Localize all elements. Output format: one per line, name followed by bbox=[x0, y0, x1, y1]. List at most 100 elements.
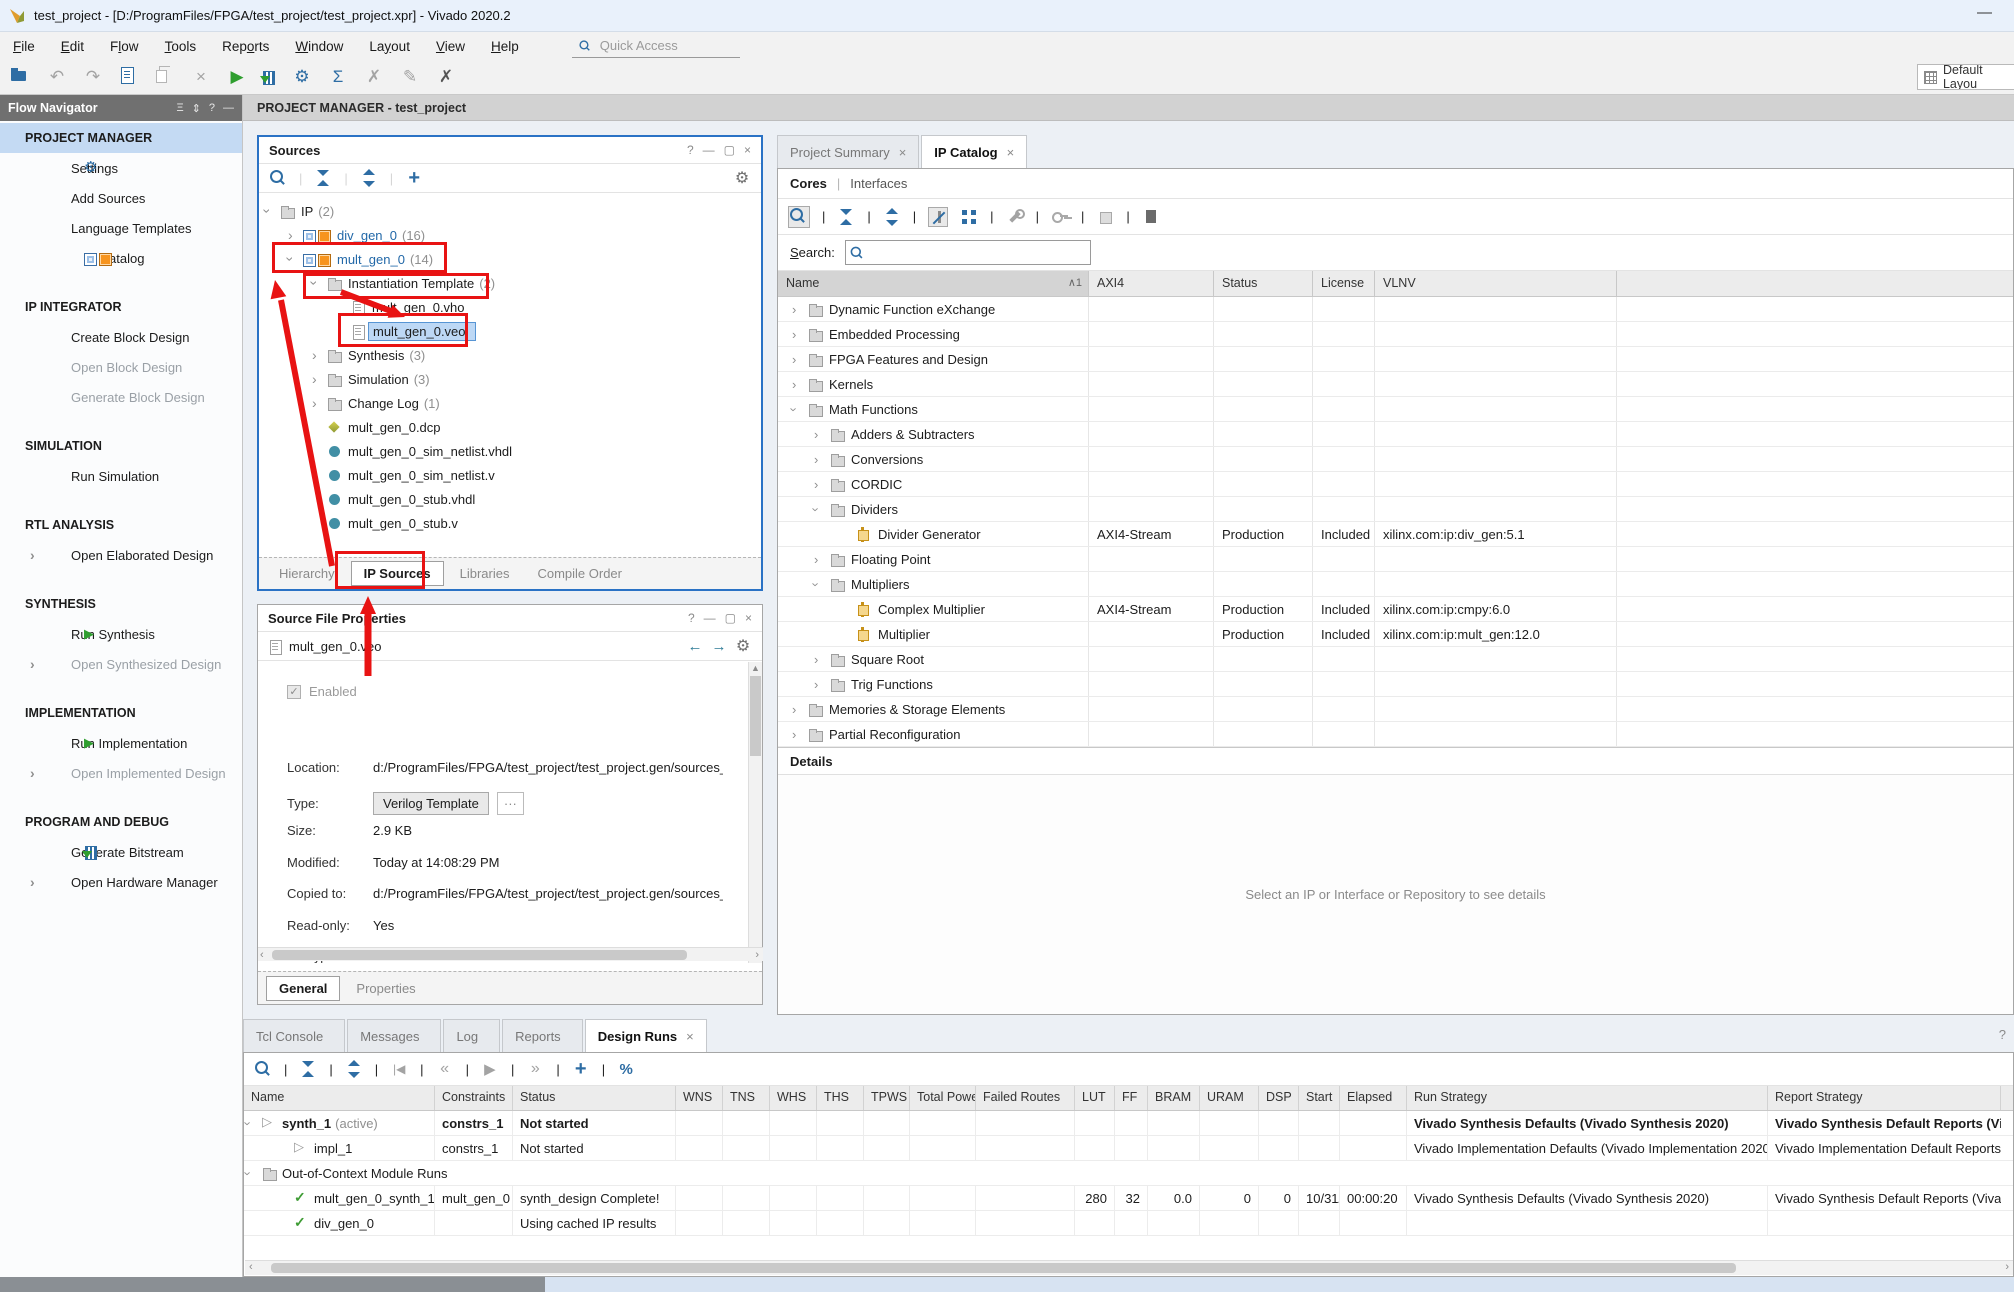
sources-tab[interactable]: Compile Order bbox=[525, 562, 634, 585]
column-header[interactable]: TPWS bbox=[864, 1086, 910, 1110]
settings-gear-icon[interactable] bbox=[733, 169, 751, 187]
menu-item[interactable]: Tools bbox=[152, 35, 210, 58]
flow-navigator-row[interactable]: › Open Implemented Design bbox=[0, 758, 242, 788]
close-icon[interactable]: × bbox=[744, 143, 751, 157]
flow-navigator-row[interactable]: Language Templates bbox=[0, 213, 242, 243]
column-header[interactable]: WNS bbox=[676, 1086, 723, 1110]
float-icon[interactable]: ▢ bbox=[725, 611, 736, 625]
menu-item[interactable]: Edit bbox=[48, 35, 97, 58]
column-header[interactable]: Status bbox=[513, 1086, 676, 1110]
tree-expander-icon[interactable] bbox=[792, 702, 808, 717]
column-header[interactable]: Elapsed bbox=[1340, 1086, 1407, 1110]
settings-gear-icon[interactable]: ⚙ bbox=[291, 66, 313, 88]
scroll-right-icon[interactable]: › bbox=[753, 949, 761, 961]
expand-all-icon[interactable]: ⇕ bbox=[192, 102, 201, 115]
tree-expander-icon[interactable] bbox=[246, 1116, 262, 1131]
collapse-all-icon[interactable] bbox=[314, 169, 332, 187]
tree-expander-icon[interactable] bbox=[265, 203, 280, 219]
tree-row[interactable]: Simulation(3) bbox=[259, 367, 761, 391]
flow-navigator-row[interactable]: Run Simulation bbox=[0, 461, 242, 491]
tree-row[interactable]: mult_gen_0_sim_netlist.v bbox=[259, 463, 761, 487]
ip-catalog-row[interactable]: Kernels bbox=[778, 372, 2013, 397]
flow-navigator-row[interactable]: RTL ANALYSIS bbox=[0, 510, 242, 540]
flow-navigator-row[interactable]: Open Block Design bbox=[0, 352, 242, 382]
tree-expander-icon[interactable] bbox=[312, 275, 327, 291]
column-header[interactable]: WHS bbox=[770, 1086, 817, 1110]
scroll-right-icon[interactable]: › bbox=[2005, 1261, 2009, 1273]
run-icon[interactable]: ▶ bbox=[226, 66, 248, 88]
menu-item[interactable]: Window bbox=[282, 35, 356, 58]
column-header-vlnv[interactable]: VLNV bbox=[1375, 271, 1617, 296]
critical-warning-icon[interactable]: ✗ bbox=[363, 66, 385, 88]
close-tab-icon[interactable]: × bbox=[899, 145, 907, 160]
bottom-tab[interactable]: Reports bbox=[502, 1019, 583, 1052]
design-run-row[interactable]: Out-of-Context Module Runs bbox=[244, 1161, 2013, 1186]
hide-icon[interactable]: — bbox=[223, 102, 234, 114]
tree-expander-icon[interactable] bbox=[814, 427, 830, 442]
bottom-tab[interactable]: Messages bbox=[347, 1019, 441, 1052]
scroll-left-icon[interactable]: ‹ bbox=[249, 1261, 253, 1273]
create-run-icon[interactable] bbox=[572, 1060, 590, 1078]
flow-navigator-row[interactable]: PROGRAM AND DEBUG bbox=[0, 807, 242, 837]
flow-navigator-row[interactable]: IP INTEGRATOR bbox=[0, 292, 242, 322]
column-header[interactable]: FF bbox=[1115, 1086, 1148, 1110]
flow-navigator-row[interactable]: Generate Block Design bbox=[0, 382, 242, 412]
sources-tab[interactable]: IP Sources bbox=[351, 561, 444, 586]
stop-icon[interactable] bbox=[1142, 208, 1160, 226]
ip-catalog-row[interactable]: Multipliers bbox=[778, 572, 2013, 597]
sources-tab[interactable]: Hierarchy bbox=[267, 562, 347, 585]
bottom-tab[interactable]: Log bbox=[443, 1019, 500, 1052]
collapse-all-icon[interactable] bbox=[299, 1060, 317, 1078]
delete-icon[interactable]: × bbox=[190, 66, 212, 88]
help-icon[interactable]: ? bbox=[209, 102, 215, 114]
ellipsis-button[interactable]: ··· bbox=[497, 792, 524, 815]
design-run-row[interactable]: impl_1 constrs_1 Not started bbox=[244, 1136, 2013, 1161]
sources-tab[interactable]: Libraries bbox=[448, 562, 522, 585]
flow-navigator-row[interactable]: Settings bbox=[0, 153, 242, 183]
cores-tab[interactable]: Cores bbox=[790, 176, 827, 191]
help-icon[interactable]: ? bbox=[688, 611, 695, 625]
tree-row[interactable]: Instantiation Template(2) bbox=[259, 271, 761, 295]
tree-expander-icon[interactable] bbox=[312, 395, 327, 411]
flow-navigator-row[interactable]: › Open Hardware Manager bbox=[0, 867, 242, 897]
tree-expander-icon[interactable] bbox=[814, 552, 830, 567]
menu-item[interactable]: View bbox=[423, 35, 478, 58]
ip-catalog-row[interactable]: Dynamic Function eXchange bbox=[778, 297, 2013, 322]
scrollbar-thumb[interactable] bbox=[750, 676, 761, 756]
flow-navigator-row[interactable]: SYNTHESIS bbox=[0, 589, 242, 619]
flow-navigator-row[interactable]: Add Sources bbox=[0, 183, 242, 213]
column-header[interactable]: DSP bbox=[1259, 1086, 1299, 1110]
flow-navigator-row[interactable]: Run Implementation bbox=[0, 728, 242, 758]
report-document-icon[interactable] bbox=[118, 66, 140, 88]
sum-report-icon[interactable]: Σ bbox=[327, 66, 349, 88]
minimize-icon[interactable]: — bbox=[704, 611, 716, 625]
flow-navigator-row[interactable]: IP Catalog bbox=[0, 243, 242, 273]
undo-icon[interactable]: ↶ bbox=[46, 66, 68, 88]
ip-catalog-row[interactable]: Embedded Processing bbox=[778, 322, 2013, 347]
tree-row[interactable]: IP(2) bbox=[259, 199, 761, 223]
open-project-icon[interactable] bbox=[10, 66, 32, 88]
ip-catalog-row[interactable]: Complex Multiplier AXI4-Stream Productio… bbox=[778, 597, 2013, 622]
ip-catalog-row[interactable]: Conversions bbox=[778, 447, 2013, 472]
properties-tab[interactable]: General bbox=[266, 976, 340, 1001]
menu-item[interactable]: Reports bbox=[209, 35, 282, 58]
pin-disabled-icon[interactable] bbox=[928, 207, 948, 227]
expand-all-icon[interactable] bbox=[883, 208, 901, 226]
group-by-category-icon[interactable] bbox=[960, 208, 978, 226]
menu-item[interactable]: Flow bbox=[97, 35, 152, 58]
ip-catalog-row[interactable]: Square Root bbox=[778, 647, 2013, 672]
menu-item[interactable]: Help bbox=[478, 35, 532, 58]
tree-expander-icon[interactable] bbox=[312, 371, 327, 387]
license-key-icon[interactable] bbox=[1051, 208, 1069, 226]
flow-navigator-row[interactable]: PROJECT MANAGER bbox=[0, 123, 242, 153]
document-tab[interactable]: Project Summary × bbox=[777, 135, 919, 168]
next-run-icon[interactable]: » bbox=[526, 1060, 544, 1078]
redo-icon[interactable]: ↷ bbox=[82, 66, 104, 88]
horizontal-scrollbar[interactable]: ‹ › bbox=[245, 1260, 2013, 1275]
column-header-name[interactable]: Name ∧1 bbox=[778, 271, 1089, 296]
ip-settings-icon[interactable] bbox=[1096, 208, 1114, 226]
column-header-status[interactable]: Status bbox=[1214, 271, 1313, 296]
tree-expander-icon[interactable] bbox=[814, 577, 830, 592]
customize-wrench-icon[interactable] bbox=[1006, 208, 1024, 226]
flow-navigator-row[interactable]: IMPLEMENTATION bbox=[0, 698, 242, 728]
